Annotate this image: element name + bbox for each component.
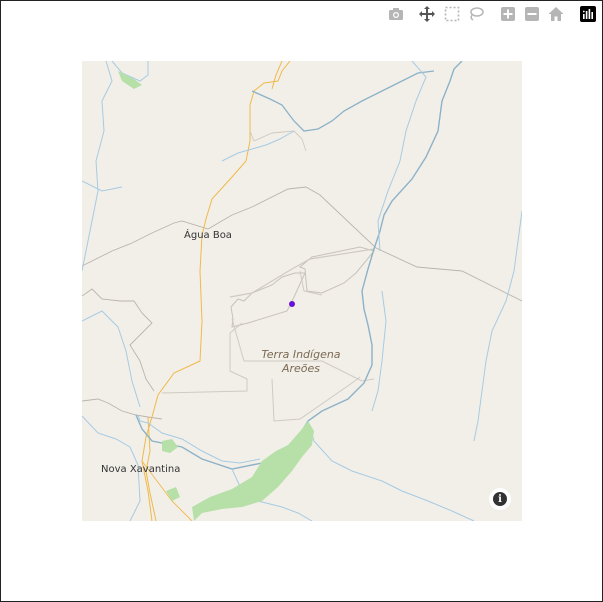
box-select-icon[interactable]	[443, 5, 461, 23]
road	[141, 61, 291, 521]
river	[82, 61, 113, 272]
camera-icon[interactable]	[387, 5, 405, 23]
area-label: Terra Indígena Areões	[258, 348, 344, 376]
town-label-agua-boa: Água Boa	[184, 230, 232, 241]
lasso-select-icon[interactable]	[467, 5, 485, 23]
plotly-logo-icon[interactable]	[579, 5, 597, 23]
map-view[interactable]: Água Boa Nova Xavantina Terra Indígena A…	[82, 61, 522, 521]
admin-boundary	[82, 186, 522, 302]
pan-icon[interactable]	[418, 5, 436, 23]
area-label-line2: Areões	[281, 362, 321, 375]
zoom-out-icon[interactable]	[523, 5, 541, 23]
info-button[interactable]: i	[489, 488, 511, 510]
data-point-marker	[289, 301, 295, 307]
area-label-line1: Terra Indígena	[261, 348, 341, 361]
map-basemap	[82, 61, 522, 521]
town-label-nova-xavantina: Nova Xavantina	[101, 464, 181, 475]
forest-area	[192, 421, 314, 521]
reset-view-icon[interactable]	[547, 5, 565, 23]
info-icon: i	[493, 492, 507, 506]
reserve-outline	[230, 272, 306, 328]
zoom-in-icon[interactable]	[499, 5, 517, 23]
